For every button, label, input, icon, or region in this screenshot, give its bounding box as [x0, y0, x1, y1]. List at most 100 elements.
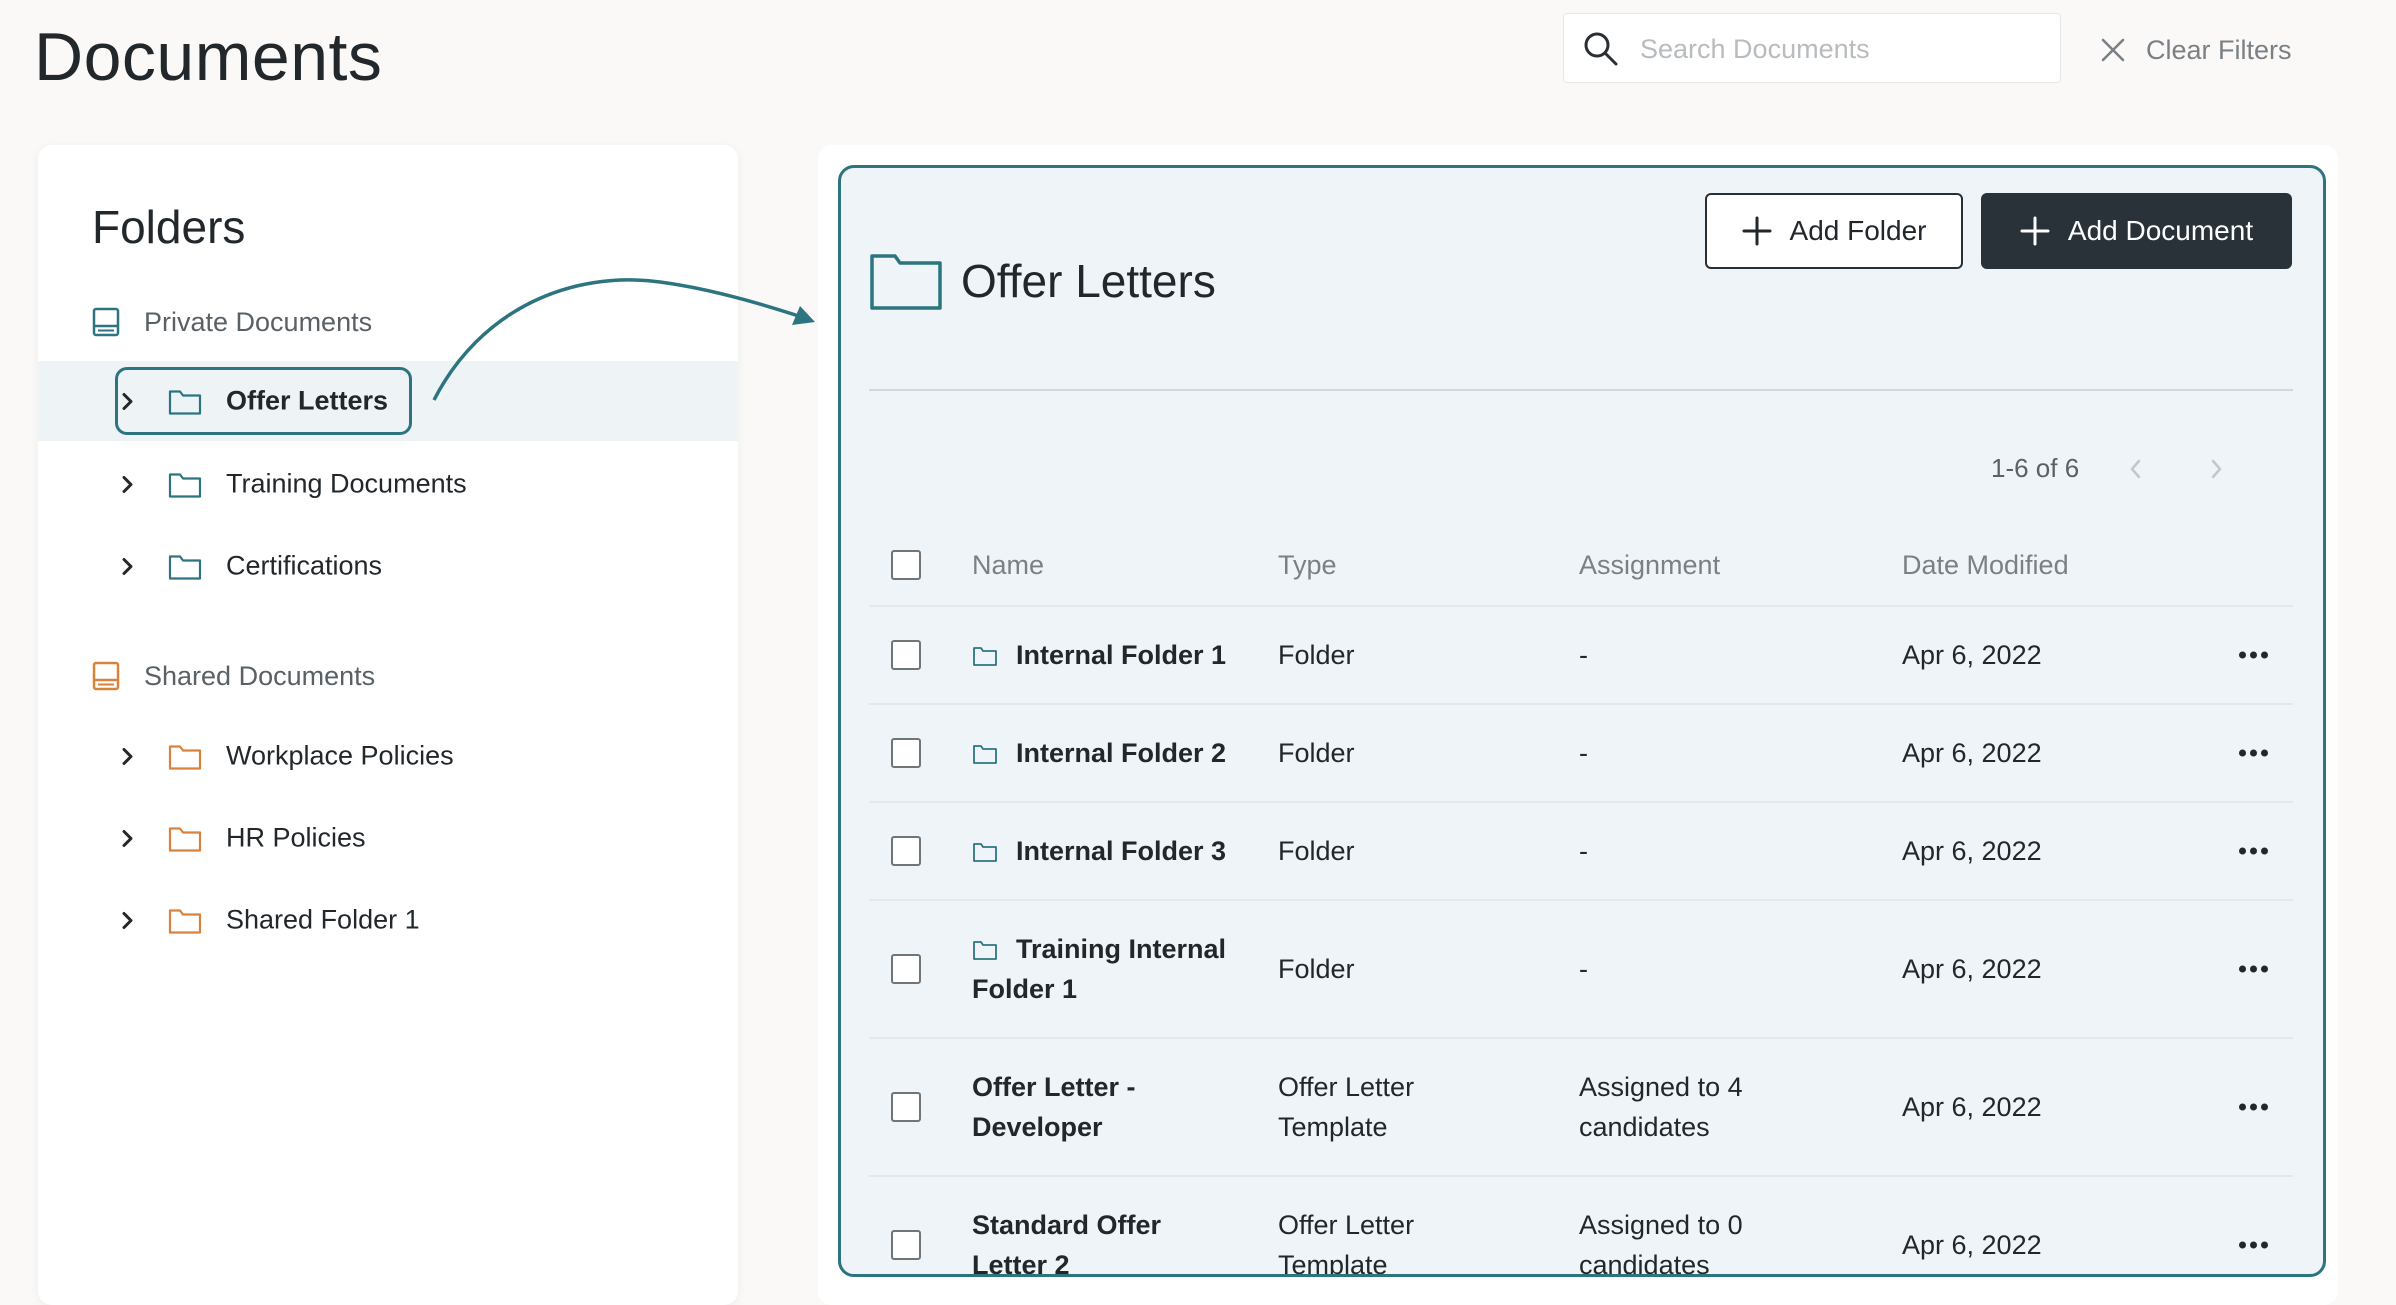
table-row[interactable]: Training Internal Folder 1 Folder - Apr … — [869, 901, 2293, 1039]
row-name[interactable]: Standard Offer Letter 2 — [972, 1205, 1172, 1274]
chevron-right-icon[interactable] — [116, 556, 140, 576]
row-checkbox[interactable] — [891, 738, 921, 768]
search-box[interactable] — [1563, 13, 2061, 83]
add-folder-button[interactable]: Add Folder — [1705, 193, 1963, 269]
more-options-icon[interactable] — [2239, 651, 2268, 659]
row-type: Folder — [1278, 954, 1355, 984]
plus-icon — [1742, 216, 1772, 246]
select-all-checkbox[interactable] — [891, 550, 921, 580]
sidebar-item-label: Training Documents — [226, 468, 467, 499]
table-row[interactable]: Standard Offer Letter 2 Offer Letter Tem… — [869, 1177, 2293, 1277]
row-type: Offer Letter Template — [1278, 1072, 1415, 1142]
row-name[interactable]: Internal Folder 1 — [972, 635, 1242, 675]
search-input[interactable] — [1638, 28, 2042, 70]
row-type: Folder — [1278, 836, 1355, 866]
row-assignment: Assigned to 4 candidates — [1579, 1072, 1743, 1142]
row-date: Apr 6, 2022 — [1902, 954, 2042, 984]
sidebar-item-label: Offer Letters — [226, 385, 389, 416]
pagination-range: 1-6 of 6 — [1991, 453, 2080, 483]
divider — [869, 389, 2293, 391]
folder-icon — [168, 387, 202, 415]
table-row[interactable]: Offer Letter - Developer Offer Letter Te… — [869, 1039, 2293, 1177]
chevron-right-icon[interactable] — [116, 474, 140, 494]
chevron-right-icon[interactable] — [116, 828, 140, 848]
shared-documents-label: Shared Documents — [144, 660, 376, 691]
row-assignment: - — [1579, 640, 1588, 670]
sidebar-item-shared-folder-1[interactable]: Shared Folder 1 — [38, 880, 738, 960]
row-assignment: - — [1579, 738, 1588, 768]
folder-icon — [973, 647, 997, 666]
column-header-type[interactable]: Type — [1278, 545, 1478, 585]
more-options-icon[interactable] — [2239, 847, 2268, 855]
row-date: Apr 6, 2022 — [1902, 1092, 2042, 1122]
sidebar-item-training-documents[interactable]: Training Documents — [38, 444, 738, 524]
chevron-left-icon[interactable] — [2129, 458, 2143, 480]
sidebar-item-certifications[interactable]: Certifications — [38, 526, 738, 606]
folder-icon — [168, 742, 202, 770]
more-options-icon[interactable] — [2239, 749, 2268, 757]
chevron-right-icon[interactable] — [2209, 458, 2223, 480]
row-date: Apr 6, 2022 — [1902, 1230, 2042, 1260]
chevron-right-icon[interactable] — [116, 746, 140, 766]
column-header-assignment[interactable]: Assignment — [1579, 545, 1819, 585]
chevron-right-icon[interactable] — [116, 391, 140, 411]
table-header: Name Type Assignment Date Modified — [869, 525, 2293, 607]
add-document-button[interactable]: Add Document — [1981, 193, 2292, 269]
folder-icon — [870, 254, 942, 310]
sidebar-item-offer-letters[interactable]: Offer Letters — [38, 361, 738, 441]
row-checkbox[interactable] — [891, 954, 921, 984]
row-checkbox[interactable] — [891, 1230, 921, 1260]
chevron-right-icon[interactable] — [116, 910, 140, 930]
table-row[interactable]: Internal Folder 3 Folder - Apr 6, 2022 — [869, 803, 2293, 901]
row-name[interactable]: Offer Letter - Developer — [972, 1067, 1172, 1147]
sidebar-item-label: Workplace Policies — [226, 740, 454, 771]
folders-heading: Folders — [92, 201, 246, 253]
row-name[interactable]: Training Internal Folder 1 — [972, 929, 1242, 1009]
row-assignment: - — [1579, 954, 1588, 984]
close-icon — [2101, 38, 2125, 62]
page-title: Documents — [34, 19, 383, 95]
row-type: Folder — [1278, 640, 1355, 670]
row-type: Folder — [1278, 738, 1355, 768]
row-assignment: Assigned to 0 candidates — [1579, 1210, 1743, 1277]
more-options-icon[interactable] — [2239, 1241, 2268, 1249]
sidebar-item-hr-policies[interactable]: HR Policies — [38, 798, 738, 878]
table-row[interactable]: Internal Folder 1 Folder - Apr 6, 2022 — [869, 607, 2293, 705]
row-checkbox[interactable] — [891, 1092, 921, 1122]
row-name-text: Training Internal Folder 1 — [972, 934, 1227, 1004]
private-documents-label: Private Documents — [144, 306, 373, 337]
folder-icon — [168, 824, 202, 852]
column-header-name[interactable]: Name — [972, 545, 1242, 585]
sidebar-item-label: Certifications — [226, 550, 383, 581]
plus-icon — [2020, 216, 2050, 246]
add-document-label: Add Document — [2067, 215, 2254, 246]
more-options-icon[interactable] — [2239, 1103, 2268, 1111]
folder-icon — [973, 745, 997, 764]
private-documents-section[interactable]: Private Documents — [92, 302, 372, 342]
column-header-date-modified[interactable]: Date Modified — [1902, 545, 2069, 585]
shared-documents-section[interactable]: Shared Documents — [92, 656, 375, 696]
row-type: Offer Letter Template — [1278, 1210, 1415, 1277]
folder-contents-panel: Offer Letters Add Folder Add Document 1-… — [838, 165, 2326, 1277]
more-options-icon[interactable] — [2239, 965, 2268, 973]
pagination: 1-6 of 6 — [1991, 453, 2223, 484]
search-icon — [1584, 32, 1618, 66]
table-row[interactable]: Internal Folder 2 Folder - Apr 6, 2022 — [869, 705, 2293, 803]
folder-icon — [168, 906, 202, 934]
row-assignment: - — [1579, 836, 1588, 866]
clear-filters-button[interactable]: Clear Filters — [2100, 28, 2292, 72]
row-checkbox[interactable] — [891, 836, 921, 866]
row-name[interactable]: Internal Folder 3 — [972, 831, 1242, 871]
sidebar-item-label: Shared Folder 1 — [226, 904, 420, 935]
row-date: Apr 6, 2022 — [1902, 836, 2042, 866]
folder-icon — [973, 941, 997, 960]
row-date: Apr 6, 2022 — [1902, 738, 2042, 768]
row-name-text: Internal Folder 1 — [1016, 640, 1227, 670]
add-folder-label: Add Folder — [1789, 215, 1927, 246]
row-name[interactable]: Internal Folder 2 — [972, 733, 1242, 773]
sidebar-item-label: HR Policies — [226, 822, 366, 853]
folder-title: Offer Letters — [869, 251, 1216, 311]
drive-icon — [92, 307, 120, 337]
sidebar-item-workplace-policies[interactable]: Workplace Policies — [38, 716, 738, 796]
row-checkbox[interactable] — [891, 640, 921, 670]
